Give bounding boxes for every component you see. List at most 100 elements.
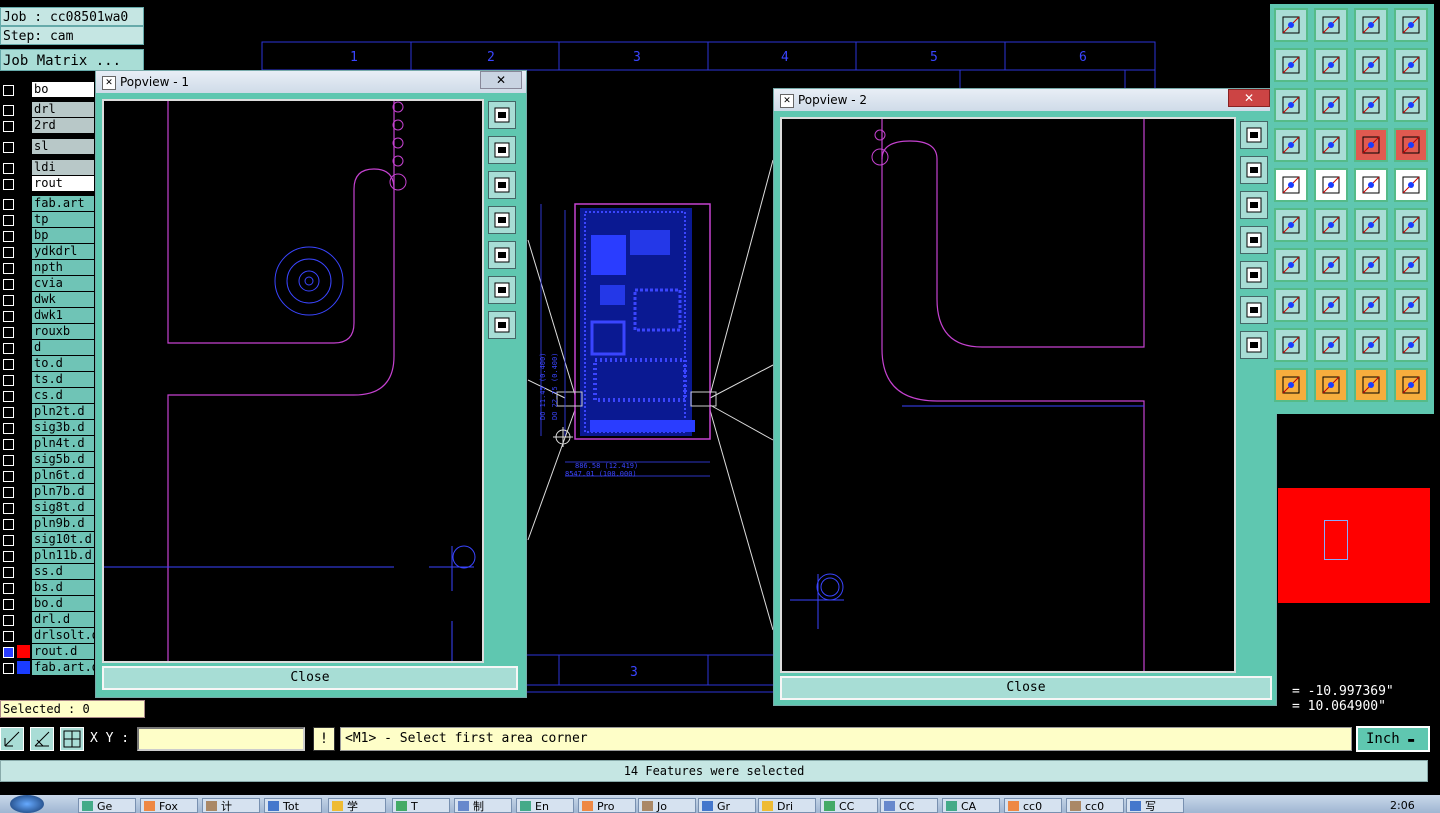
layer-checkbox[interactable] [3,615,14,626]
snap-settings-icon[interactable] [1274,128,1308,162]
popview-1-titlebar[interactable]: ✕ Popview - 1 [96,71,526,93]
layer-checkbox[interactable] [3,583,14,594]
layer-checkbox[interactable] [3,663,14,674]
pad-icon[interactable] [1394,168,1428,202]
layer-row[interactable]: tp [0,212,96,228]
layer-checkbox[interactable] [3,295,14,306]
select-feature-icon[interactable] [1274,168,1308,202]
layer-checkbox[interactable] [3,423,14,434]
layer-name[interactable]: d [32,340,94,355]
pan-left-icon[interactable] [1274,48,1308,82]
popview-2-canvas[interactable] [780,117,1236,673]
taskbar-item[interactable]: 学 [328,798,386,813]
layer-name[interactable]: dwk1 [32,308,94,323]
layer-row[interactable]: drlsolt.d [0,628,96,644]
layer-name[interactable]: pln4t.d [32,436,94,451]
layer-checkbox[interactable] [3,551,14,562]
layer-row[interactable]: pln7b.d [0,484,96,500]
layer-checkbox[interactable] [3,105,14,116]
layer-row[interactable]: pln9b.d [0,516,96,532]
taskbar-item[interactable]: En [516,798,574,813]
layer-row[interactable]: ts.d [0,372,96,388]
triangle-icon[interactable] [1314,328,1348,362]
layer-checkbox[interactable] [3,327,14,338]
layer-checkbox[interactable] [3,391,14,402]
taskbar-item[interactable]: CC [880,798,938,813]
layer-checkbox[interactable] [3,163,14,174]
layer-row[interactable]: npth [0,260,96,276]
taskbar-item[interactable]: T [392,798,450,813]
layer-name[interactable]: pln2t.d [32,404,94,419]
layer-row[interactable]: rout [0,176,96,192]
ruler-icon[interactable] [1354,168,1388,202]
layer-checkbox[interactable] [3,247,14,258]
pan-right-icon[interactable] [1240,261,1268,289]
layer-name[interactable]: pln6t.d [32,468,94,483]
zoom-in-icon[interactable] [1274,88,1308,122]
layer-checkbox[interactable] [3,519,14,530]
layer-name[interactable]: tp [32,212,94,227]
layer-checkbox[interactable] [3,179,14,190]
layer-name[interactable]: rouxb [32,324,94,339]
layer-row[interactable]: ss.d [0,564,96,580]
layer-checkbox[interactable] [3,375,14,386]
zoom-fit-icon[interactable] [488,276,516,304]
line-icon[interactable] [1314,288,1348,322]
layer-name[interactable]: fab.art [32,196,94,211]
zoom-home-icon[interactable] [488,311,516,339]
pan-up-icon[interactable] [1240,156,1268,184]
layer-name[interactable]: rout [32,176,94,191]
popview-2-close-icon[interactable]: ✕ [1228,89,1270,107]
layer-checkbox[interactable] [3,631,14,642]
layer-name[interactable]: bo.d [32,596,94,611]
redraw-icon[interactable] [1394,48,1428,82]
layer-name[interactable]: sig5b.d [32,452,94,467]
resize-icon[interactable] [1354,288,1388,322]
taskbar-item[interactable]: Jo [638,798,696,813]
snap-icon[interactable] [30,727,54,751]
layer-checkbox[interactable] [3,121,14,132]
layer-name[interactable]: rout.d [32,644,94,659]
layer-name[interactable]: cvia [32,276,94,291]
scale-one-to-one-icon[interactable] [1354,88,1388,122]
taskbar-item[interactable]: CA [942,798,1000,813]
layer-name[interactable]: npth [32,260,94,275]
layer-name[interactable]: ldi [32,160,94,175]
taskbar-item[interactable]: Pro [578,798,636,813]
layer-checkbox[interactable] [3,567,14,578]
job-matrix-button[interactable]: Job Matrix ... [0,49,144,71]
layer-name[interactable]: bs.d [32,580,94,595]
layer-checkbox[interactable] [3,439,14,450]
layer-row[interactable]: sig3b.d [0,420,96,436]
net-icon[interactable] [1354,128,1388,162]
taskbar-item[interactable]: 制 [454,798,512,813]
layer-name[interactable]: 2rd [32,118,94,133]
layer-row[interactable]: sl [0,139,96,155]
layer-row[interactable]: bo.d [0,596,96,612]
taskbar-item[interactable]: 写 [1126,798,1184,813]
zoom-window-icon[interactable] [1240,121,1268,149]
popview-1-canvas[interactable] [102,99,484,663]
pan-left-icon[interactable] [488,206,516,234]
layer-name[interactable]: bo [32,82,94,97]
home-icon[interactable] [1354,8,1388,42]
layer-checkbox[interactable] [3,311,14,322]
layer-name[interactable]: dwk [32,292,94,307]
pan-right-icon[interactable] [1314,48,1348,82]
pointer-select-icon[interactable] [1314,368,1348,402]
taskbar-item[interactable]: Tot [264,798,322,813]
layer-row[interactable]: ldi [0,160,96,176]
taskbar-item[interactable]: CC [820,798,878,813]
pan-down-icon[interactable] [488,171,516,199]
pan-left-icon[interactable] [1240,226,1268,254]
pan-up-icon[interactable] [488,136,516,164]
line-move-icon[interactable] [1394,208,1428,242]
layer-row[interactable]: bo [0,82,96,98]
layer-row[interactable]: dwk [0,292,96,308]
layer-name[interactable]: sig8t.d [32,500,94,515]
layer-row[interactable]: d [0,340,96,356]
window-icon[interactable] [1394,8,1428,42]
layer-checkbox[interactable] [3,279,14,290]
text-icon[interactable] [1394,248,1428,282]
layer-name[interactable]: pln11b.d [32,548,94,563]
